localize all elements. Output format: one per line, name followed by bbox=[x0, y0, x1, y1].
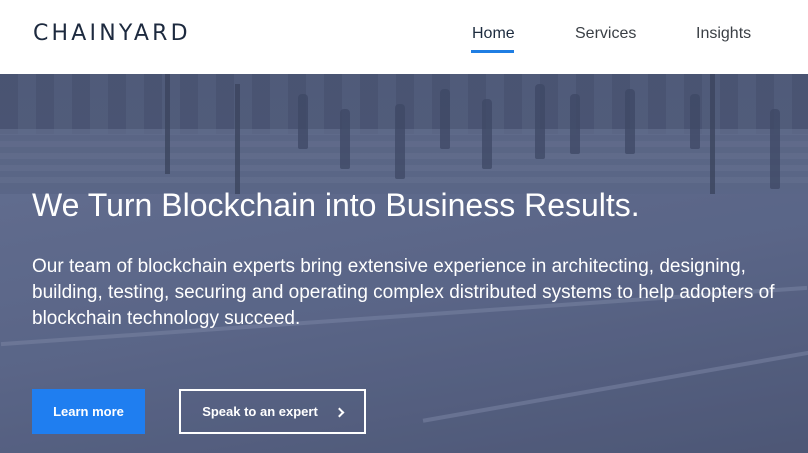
nav-active-indicator bbox=[471, 50, 514, 53]
hero-headline: We Turn Blockchain into Business Results… bbox=[32, 187, 640, 223]
hero-section: We Turn Blockchain into Business Results… bbox=[0, 74, 808, 453]
speak-to-expert-button[interactable]: Speak to an expert bbox=[179, 389, 366, 434]
nav-insights[interactable]: Insights bbox=[696, 25, 751, 43]
speak-to-expert-label: Speak to an expert bbox=[202, 404, 318, 419]
nav-services[interactable]: Services bbox=[575, 25, 636, 43]
chevron-right-icon bbox=[334, 407, 345, 417]
learn-more-button[interactable]: Learn more bbox=[32, 389, 145, 434]
nav-home[interactable]: Home bbox=[472, 25, 515, 43]
main-nav: Home Services Insights bbox=[0, 0, 808, 74]
learn-more-label: Learn more bbox=[53, 404, 124, 419]
site-header: CHAINYARD Home Services Insights bbox=[0, 0, 808, 74]
hero-description: Our team of blockchain experts bring ext… bbox=[32, 256, 775, 329]
